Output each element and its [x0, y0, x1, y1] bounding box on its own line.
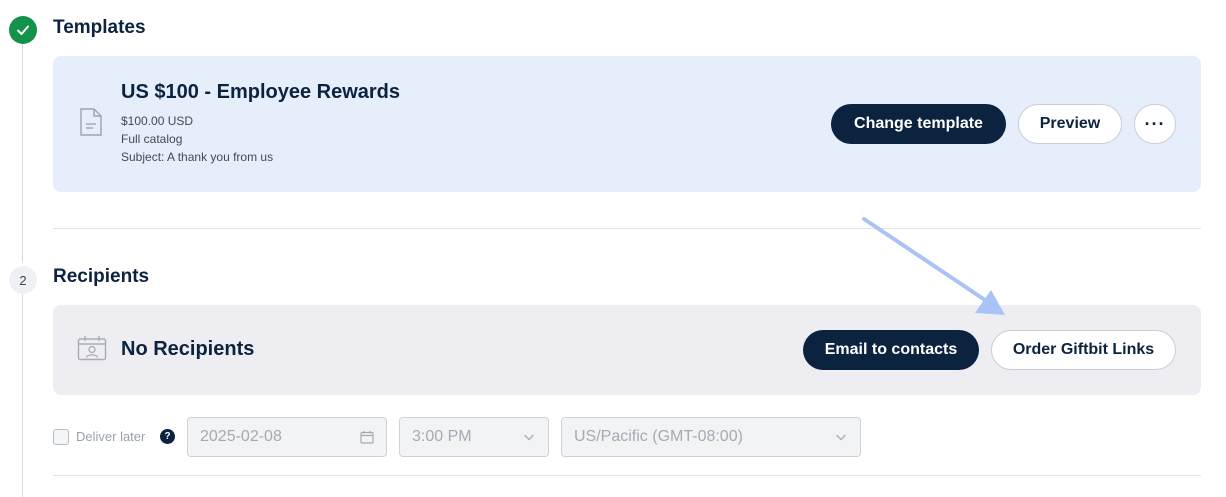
section-divider	[53, 228, 1201, 229]
help-icon[interactable]: ?	[160, 429, 175, 444]
template-catalog: Full catalog	[121, 132, 183, 146]
step-number-badge: 2	[9, 266, 37, 294]
delivery-time-select[interactable]: 3:00 PM	[399, 417, 549, 457]
deliver-later-label: Deliver later	[76, 429, 146, 444]
timezone-select[interactable]: US/Pacific (GMT-08:00)	[561, 417, 861, 457]
preview-button[interactable]: Preview	[1018, 104, 1122, 144]
section-divider	[53, 475, 1201, 476]
deliver-later-checkbox[interactable]	[53, 429, 69, 445]
document-icon	[79, 107, 103, 142]
delivery-date-value: 2025-02-08	[200, 428, 282, 445]
no-recipients-label: No Recipients	[121, 338, 255, 360]
step-rail	[22, 294, 23, 497]
template-name: US $100 - Employee Rewards	[121, 81, 401, 103]
order-giftbit-links-button[interactable]: Order Giftbit Links	[991, 330, 1176, 370]
template-amount: $100.00 USD	[121, 114, 194, 128]
timezone-value: US/Pacific (GMT-08:00)	[574, 428, 743, 445]
chevron-down-icon	[834, 430, 848, 449]
more-options-button[interactable]: ···	[1134, 104, 1176, 144]
calendar-icon	[360, 430, 374, 449]
email-to-contacts-button[interactable]: Email to contacts	[803, 330, 979, 370]
recipients-section-title: Recipients	[53, 266, 150, 287]
chevron-down-icon	[522, 430, 536, 449]
change-template-button[interactable]: Change template	[831, 104, 1006, 144]
template-card: US $100 - Employee Rewards $100.00 USD F…	[53, 56, 1201, 192]
contact-calendar-icon	[77, 335, 107, 366]
delivery-time-value: 3:00 PM	[412, 428, 472, 445]
step-rail	[22, 44, 23, 262]
recipients-card: No Recipients Email to contacts Order Gi…	[53, 305, 1201, 395]
step-complete-check-icon	[9, 16, 37, 44]
delivery-date-field[interactable]: 2025-02-08	[187, 417, 387, 457]
templates-section-title: Templates	[53, 17, 146, 38]
template-subject: Subject: A thank you from us	[121, 150, 274, 164]
